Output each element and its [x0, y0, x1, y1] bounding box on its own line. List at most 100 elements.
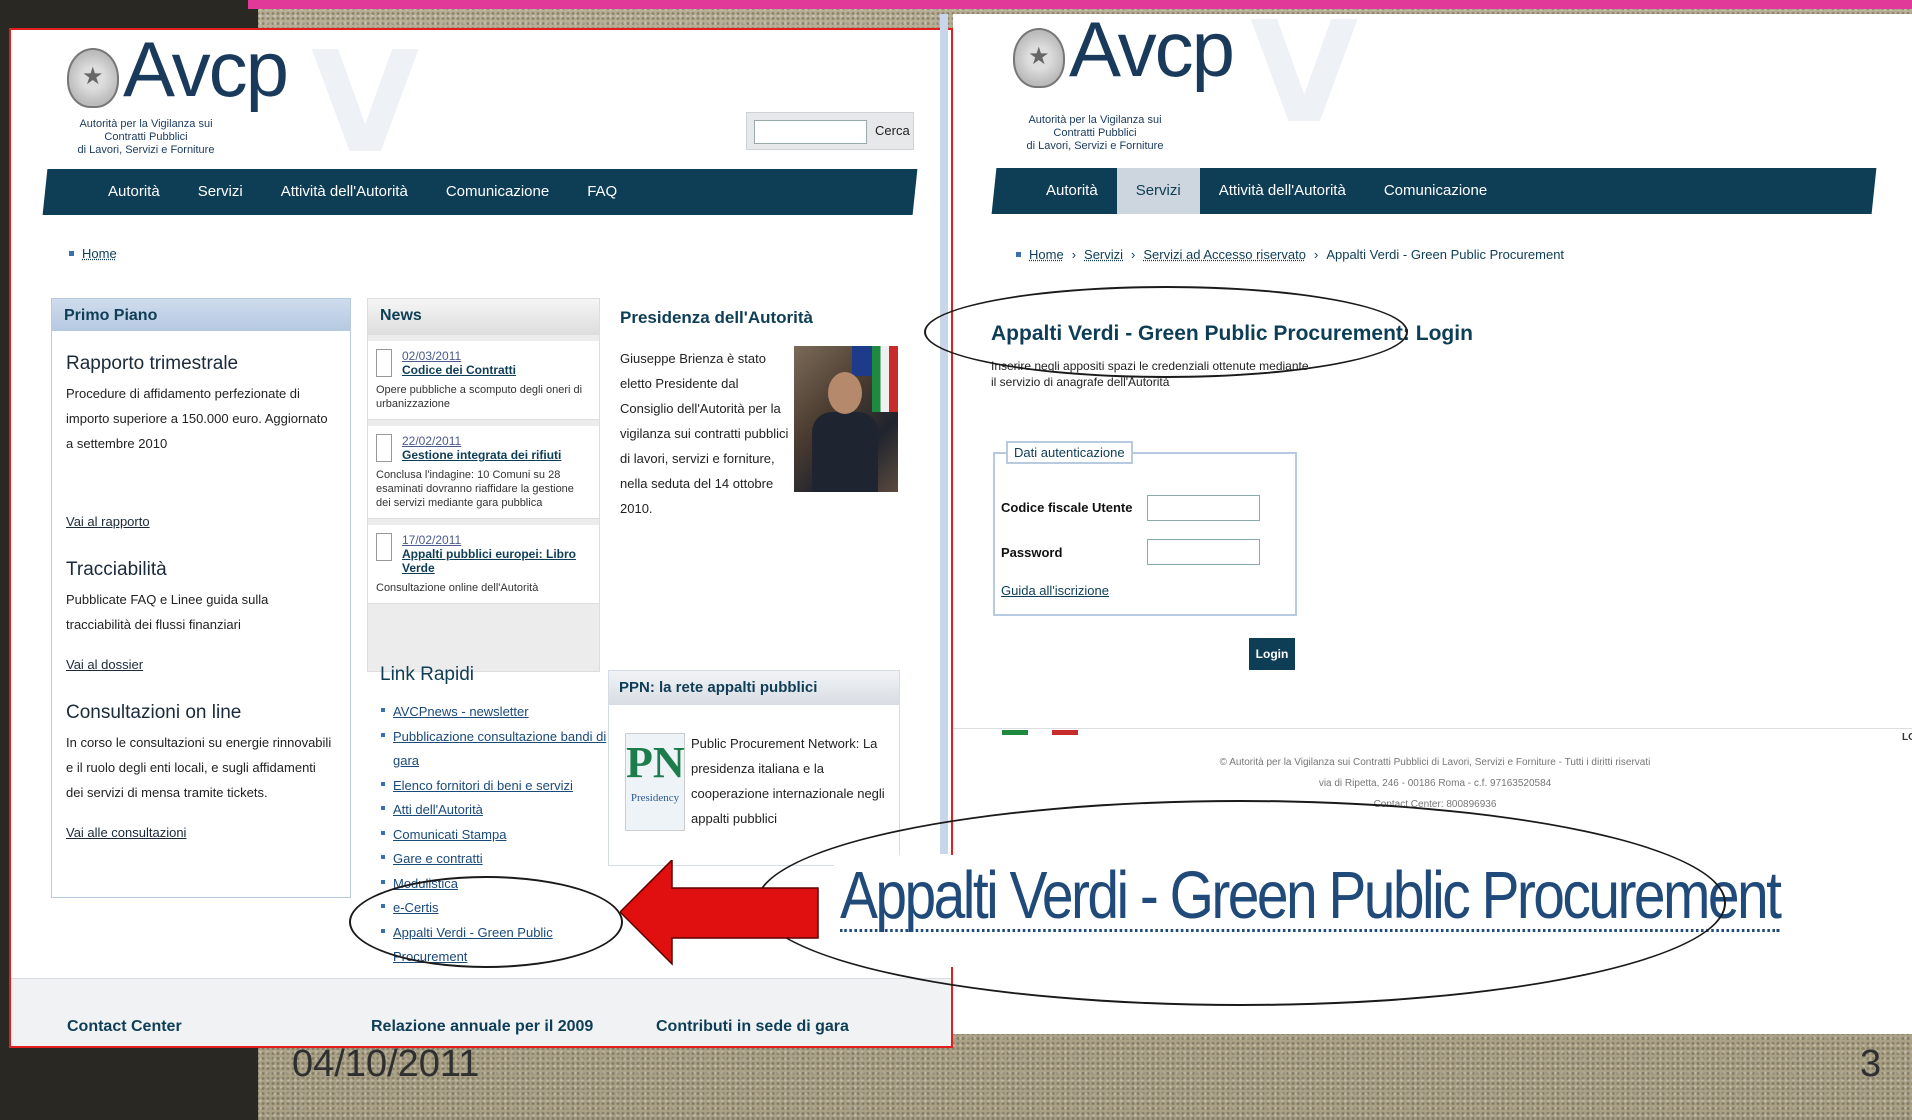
news-desc: Conclusa l'indagine: 10 Comuni su 28 esa…: [376, 469, 574, 509]
item-link[interactable]: Vai al dossier: [66, 657, 336, 672]
footer-flag-red: [1052, 730, 1078, 735]
news-date[interactable]: 17/02/2011: [402, 533, 591, 547]
quick-link[interactable]: Elenco fornitori di beni e servizi: [381, 774, 611, 799]
document-icon: [376, 349, 392, 377]
item-link[interactable]: Vai al rapporto: [66, 514, 336, 529]
relazione-annuale-link[interactable]: Relazione annuale per il 2009: [371, 1018, 593, 1036]
contact-center-link[interactable]: Contact Center: [67, 1018, 182, 1036]
login-button[interactable]: Login: [1249, 638, 1295, 670]
search-button[interactable]: Cerca: [875, 123, 910, 138]
quick-link[interactable]: Comunicati Stampa: [381, 823, 611, 848]
footer-flag-green: [1002, 730, 1028, 735]
primo-piano-body: Rapporto trimestrale Procedure di affida…: [52, 331, 350, 862]
emblem-icon: [1013, 28, 1065, 88]
news-item[interactable]: 02/03/2011 Codice dei Contratti Opere pu…: [368, 341, 599, 420]
news-headline[interactable]: Codice dei Contratti: [402, 363, 591, 377]
breadcrumb-servizi[interactable]: Servizi: [1084, 247, 1123, 262]
red-arrow-icon: [620, 860, 819, 966]
eu-flag-icon: [852, 346, 872, 376]
nav-autorita[interactable]: Autorità: [1027, 168, 1117, 214]
logo-subtitle-line: di Lavori, Servizi e Forniture: [1026, 140, 1164, 152]
quick-link-highlight-ellipse: [349, 876, 623, 968]
slide-date: 04/10/2011: [292, 1043, 480, 1085]
quick-link[interactable]: AVCPnews - newsletter: [381, 700, 611, 725]
chevron-right-icon: ›: [1071, 247, 1077, 262]
document-icon: [376, 434, 392, 462]
news-item[interactable]: 17/02/2011 Appalti pubblici europei: Lib…: [368, 525, 599, 604]
ppn-text: Public Procurement Network: La presidenz…: [691, 736, 885, 826]
news-desc: Consultazione online dell'Autorità: [376, 582, 539, 594]
avcp-logo: Avcp: [67, 28, 289, 113]
news-date[interactable]: 22/02/2011: [402, 434, 591, 448]
logo-subtitle-line: Autorità per la Vigilanza sui Contratti …: [79, 118, 213, 143]
item-heading: Rapporto trimestrale: [66, 353, 239, 374]
login-title-highlight-ellipse: [924, 286, 1408, 378]
quick-link[interactable]: Gare e contratti: [381, 847, 611, 872]
primo-piano-title: Primo Piano: [52, 299, 350, 331]
logo-word: Avcp: [1069, 5, 1235, 93]
decorative-v: V: [311, 28, 420, 185]
footer-line: © Autorità per la Vigilanza sui Contratt…: [1219, 757, 1651, 768]
emblem-icon: [67, 48, 119, 108]
item-text: Procedure di affidamento perfezionate di…: [66, 386, 328, 451]
item-heading: Consultazioni on line: [66, 702, 242, 723]
nav-comunicazione[interactable]: Comunicazione: [427, 169, 568, 215]
ppn-title: PPN: la rete appalti pubblici: [609, 671, 899, 705]
breadcrumb-home[interactable]: Home: [82, 246, 117, 261]
password-input[interactable]: [1147, 539, 1260, 565]
nav-faq[interactable]: FAQ: [568, 169, 636, 215]
nav-comunicazione[interactable]: Comunicazione: [1365, 168, 1506, 214]
footer-divider: [953, 728, 1912, 729]
main-nav: Autorità Servizi Attività dell'Autorità …: [89, 169, 636, 215]
footer-line: via di Ripetta, 246 - 00186 Roma - c.f. …: [1318, 778, 1552, 789]
news-headline[interactable]: Appalti pubblici europei: Libro Verde: [402, 547, 591, 575]
bullet-icon: [69, 251, 74, 256]
news-desc: Opere pubbliche a scomputo degli oneri d…: [376, 384, 583, 410]
corner-text: LO: [1902, 732, 1912, 743]
logo-subtitle: Autorità per la Vigilanza sui Contratti …: [1010, 114, 1180, 153]
breadcrumb: Home › Servizi › Servizi ad Accesso rise…: [1016, 247, 1564, 262]
nav-servizi[interactable]: Servizi: [1116, 168, 1200, 214]
link-rapidi-title: Link Rapidi: [380, 664, 474, 685]
quick-link[interactable]: Atti dell'Autorità: [381, 798, 611, 823]
ppn-panel: PPN: la rete appalti pubblici PN Preside…: [608, 670, 900, 866]
primo-piano-panel: Primo Piano Rapporto trimestrale Procedu…: [51, 298, 351, 898]
password-label: Password: [1001, 545, 1063, 560]
zoom-highlight-ellipse: [756, 800, 1726, 1006]
news-item[interactable]: 22/02/2011 Gestione integrata dei rifiut…: [368, 426, 599, 519]
chevron-right-icon: ›: [1313, 247, 1319, 262]
nav-attivita[interactable]: Attività dell'Autorità: [1200, 168, 1365, 214]
presidenza-title: Presidenza dell'Autorità: [620, 308, 813, 327]
quick-link[interactable]: Pubblicazione consultazione bandi di gar…: [381, 725, 611, 774]
decorative-v: V: [1250, 0, 1359, 155]
item-text: In corso le consultazioni su energie rin…: [66, 735, 332, 800]
search-input[interactable]: [754, 120, 867, 144]
breadcrumb-current: Appalti Verdi - Green Public Procurement: [1326, 247, 1565, 262]
photo-face: [828, 372, 862, 414]
auth-legend: Dati autenticazione: [1006, 441, 1133, 464]
contributi-link[interactable]: Contributi in sede di gara: [656, 1018, 849, 1036]
ppn-logo[interactable]: PN Presidency: [625, 733, 685, 831]
main-nav: Autorità Servizi Attività dell'Autorità …: [1027, 168, 1506, 214]
bullet-icon: [1016, 252, 1021, 257]
nav-servizi[interactable]: Servizi: [179, 169, 262, 215]
logo-word: Avcp: [123, 28, 289, 113]
bottom-band: [11, 978, 951, 1046]
ppn-logo-sub: Presidency: [630, 792, 680, 804]
president-photo: [794, 346, 898, 492]
screenshot-divider: [940, 14, 948, 854]
news-headline[interactable]: Gestione integrata dei rifiuti: [402, 448, 591, 462]
news-date[interactable]: 02/03/2011: [402, 349, 591, 363]
nav-attivita[interactable]: Attività dell'Autorità: [262, 169, 427, 215]
guida-iscrizione-link[interactable]: Guida all'iscrizione: [1001, 583, 1109, 598]
breadcrumb-accesso-riservato[interactable]: Servizi ad Accesso riservato: [1143, 247, 1306, 262]
breadcrumb: Home: [69, 246, 117, 261]
breadcrumb-home[interactable]: Home: [1029, 247, 1064, 262]
nav-autorita[interactable]: Autorità: [89, 169, 179, 215]
logo-subtitle-line: di Lavori, Servizi e Forniture: [77, 144, 215, 156]
codice-fiscale-input[interactable]: [1147, 495, 1260, 521]
italian-flag-icon: [872, 346, 898, 412]
avcp-logo: Avcp: [1013, 5, 1235, 93]
item-link[interactable]: Vai alle consultazioni: [66, 825, 336, 840]
logo-subtitle-line: Autorità per la Vigilanza sui Contratti …: [1028, 114, 1162, 139]
